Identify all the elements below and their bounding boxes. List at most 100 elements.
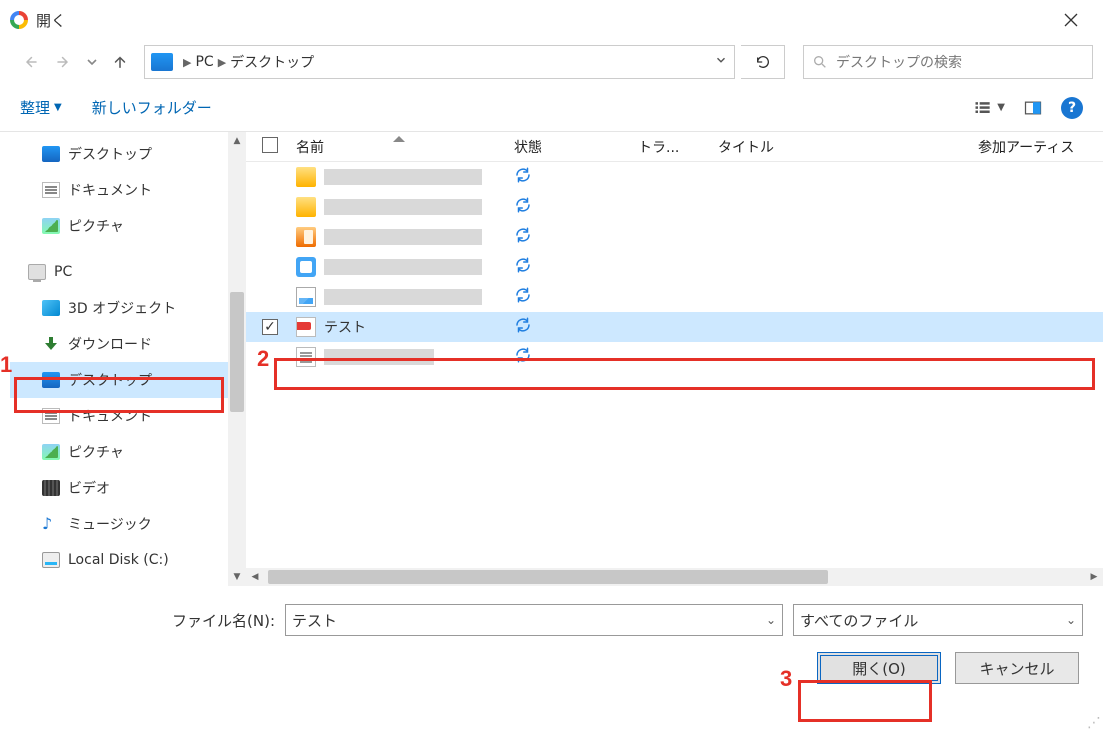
back-button[interactable]: [16, 48, 44, 76]
pictures-icon: [42, 218, 60, 234]
folder-icon: [296, 197, 316, 217]
recent-locations-button[interactable]: [84, 48, 100, 76]
open-button-label: 開く(O): [852, 658, 906, 679]
file-row[interactable]: [246, 342, 1103, 372]
desktop-icon: [42, 372, 60, 388]
file-row-selected[interactable]: ✓ テスト: [246, 312, 1103, 342]
cancel-button[interactable]: キャンセル: [955, 652, 1079, 684]
sidebar-item-videos[interactable]: ビデオ: [10, 470, 246, 506]
chevron-down-icon[interactable]: ⌄: [1066, 613, 1076, 627]
open-button[interactable]: 開く(O): [817, 652, 941, 684]
close-button[interactable]: [1049, 0, 1093, 40]
sidebar-item-3d-objects[interactable]: 3D オブジェクト: [10, 290, 246, 326]
app-icon: [296, 257, 316, 277]
sidebar-item-documents-quick[interactable]: ドキュメント: [10, 172, 246, 208]
cancel-button-label: キャンセル: [979, 658, 1054, 679]
column-artist[interactable]: 参加アーティス: [972, 137, 1103, 157]
obscured-name: [324, 259, 482, 275]
crumb-desktop[interactable]: デスクトップ: [230, 52, 314, 72]
titlebar: 開く: [0, 0, 1103, 40]
filename-value: テスト: [292, 610, 337, 631]
arrow-left-icon: [21, 53, 39, 71]
sidebar-item-music[interactable]: ♪ミュージック: [10, 506, 246, 542]
forward-button[interactable]: [50, 48, 78, 76]
tree-label: ミュージック: [68, 514, 152, 534]
preview-pane-icon: [1023, 98, 1043, 118]
file-row[interactable]: [246, 162, 1103, 192]
sidebar-item-downloads[interactable]: ダウンロード: [10, 326, 246, 362]
refresh-button[interactable]: [741, 45, 785, 79]
column-title[interactable]: タイトル: [712, 137, 972, 157]
document-icon: [42, 182, 60, 198]
organize-label: 整理: [20, 97, 50, 118]
chevron-down-icon: [714, 53, 728, 67]
window-title: 開く: [36, 10, 66, 31]
sidebar-item-local-disk[interactable]: Local Disk (C:): [10, 542, 246, 578]
3d-objects-icon: [42, 300, 60, 316]
address-bar[interactable]: ▶ PC ▶ デスクトップ: [144, 45, 735, 79]
help-button[interactable]: ?: [1061, 97, 1083, 119]
row-checkbox[interactable]: ✓: [262, 319, 278, 335]
chrome-app-icon: [10, 11, 28, 29]
downloads-icon: [42, 336, 60, 352]
resize-grip[interactable]: ⋰: [1087, 718, 1101, 732]
preview-pane-button[interactable]: [1023, 98, 1043, 118]
folder-icon: [296, 167, 316, 187]
search-input[interactable]: デスクトップの検索: [803, 45, 1093, 79]
file-type-combo[interactable]: すべてのファイル ⌄: [793, 604, 1083, 636]
chevron-down-icon: ▼: [54, 102, 62, 113]
sync-icon: [514, 352, 532, 368]
scrollbar-thumb[interactable]: [230, 292, 244, 412]
sidebar-item-pictures-quick[interactable]: ピクチャ: [10, 208, 246, 244]
column-status[interactable]: 状態: [508, 137, 632, 157]
file-row[interactable]: [246, 222, 1103, 252]
up-button[interactable]: [106, 48, 134, 76]
sync-icon: [514, 202, 532, 218]
desktop-icon: [42, 146, 60, 162]
sidebar-item-documents[interactable]: ドキュメント: [10, 398, 246, 434]
search-placeholder: デスクトップの検索: [836, 52, 962, 72]
column-checkbox[interactable]: [256, 137, 290, 157]
sidebar-item-desktop[interactable]: デスクトップ: [10, 362, 246, 398]
folder-icon: [296, 227, 316, 247]
pc-icon: [28, 264, 46, 280]
scroll-right-icon[interactable]: ▶: [1085, 568, 1103, 586]
filename-input[interactable]: テスト ⌄: [285, 604, 783, 636]
new-folder-button[interactable]: 新しいフォルダー: [92, 97, 212, 118]
scroll-left-icon[interactable]: ◀: [246, 568, 264, 586]
scroll-up-icon[interactable]: ▲: [228, 132, 246, 150]
file-row[interactable]: [246, 192, 1103, 222]
file-row[interactable]: [246, 282, 1103, 312]
address-dropdown[interactable]: [714, 53, 728, 71]
sidebar-item-pc[interactable]: PC: [10, 254, 246, 290]
crumb-pc[interactable]: PC: [195, 54, 213, 70]
sidebar-item-desktop-quick[interactable]: デスクトップ: [10, 136, 246, 172]
refresh-icon: [755, 54, 771, 70]
tree-label: ダウンロード: [68, 334, 152, 354]
sync-icon: [514, 262, 532, 278]
scrollbar-thumb[interactable]: [268, 570, 828, 584]
view-options-button[interactable]: ▼: [973, 98, 1005, 118]
tree-label: デスクトップ: [68, 370, 152, 390]
sidebar-item-pictures[interactable]: ピクチャ: [10, 434, 246, 470]
location-icon: [151, 53, 173, 71]
chevron-down-icon[interactable]: ⌄: [766, 613, 776, 627]
select-all-checkbox[interactable]: [262, 137, 278, 153]
organize-menu[interactable]: 整理 ▼: [20, 97, 62, 118]
search-icon: [812, 54, 828, 70]
videos-icon: [42, 480, 60, 496]
crumb-separator: ▶: [179, 56, 195, 69]
scroll-down-icon[interactable]: ▼: [228, 568, 246, 586]
file-list-pane: 名前 状態 トラ... タイトル 参加アーティス: [246, 132, 1103, 586]
column-track[interactable]: トラ...: [632, 137, 712, 157]
obscured-name: [324, 289, 482, 305]
column-name[interactable]: 名前: [290, 137, 508, 157]
tree-label: ビデオ: [68, 478, 110, 498]
file-row[interactable]: [246, 252, 1103, 282]
obscured-name: [324, 229, 482, 245]
tree-label: デスクトップ: [68, 144, 152, 164]
tree-label: 3D オブジェクト: [68, 298, 176, 318]
sidebar-scrollbar[interactable]: ▲ ▼: [228, 132, 246, 586]
horizontal-scrollbar[interactable]: ◀ ▶: [246, 568, 1103, 586]
sync-icon: [514, 232, 532, 248]
